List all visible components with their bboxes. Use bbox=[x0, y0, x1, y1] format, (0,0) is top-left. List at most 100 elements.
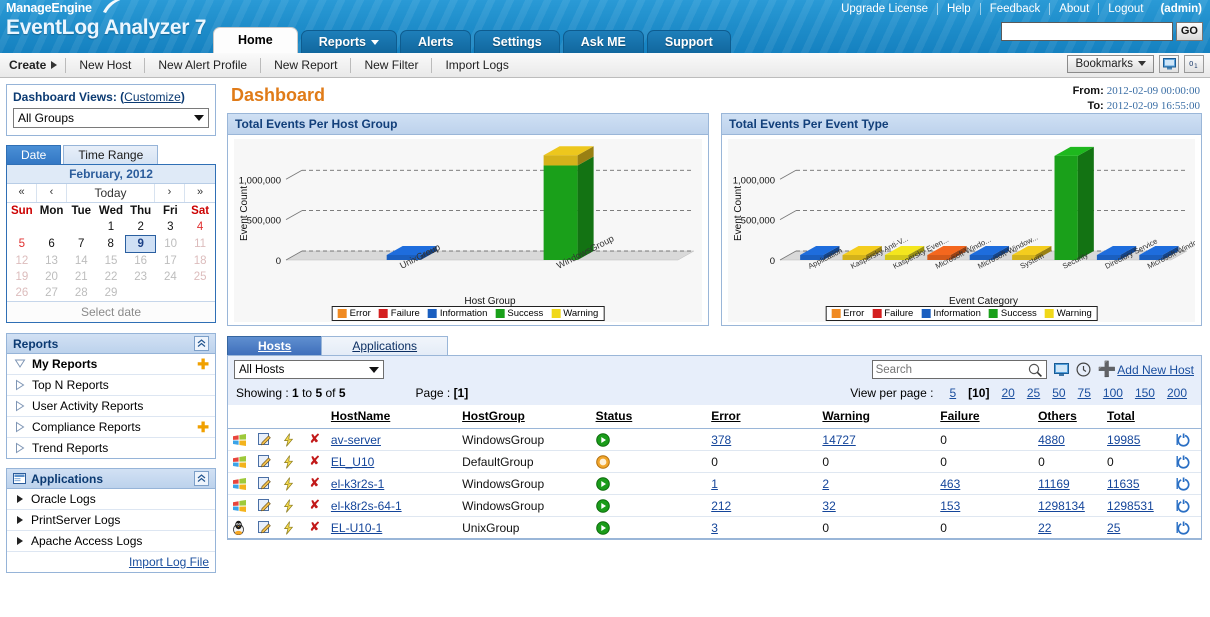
applications-item-apache-access-logs[interactable]: Apache Access Logs bbox=[7, 531, 215, 551]
edit-host-icon[interactable] bbox=[253, 450, 279, 473]
import-log-file-link[interactable]: Import Log File bbox=[129, 555, 209, 569]
create-menu-button[interactable]: Create bbox=[0, 58, 63, 72]
warning-value[interactable]: 2 bbox=[818, 472, 937, 495]
calendar-day-23[interactable]: 23 bbox=[126, 269, 156, 285]
error-value[interactable]: 3 bbox=[707, 516, 819, 539]
calendar-day-12[interactable]: 12 bbox=[7, 253, 37, 270]
others-value[interactable]: 22 bbox=[1034, 516, 1104, 539]
chart-plot-event-type[interactable]: 0 500,000 1,000,000 Event Count Application K… bbox=[728, 139, 1195, 322]
add-new-host-button[interactable]: ➕ Add New Host bbox=[1098, 362, 1194, 377]
collapsed-node-icon[interactable] bbox=[13, 421, 26, 434]
reports-item-my-reports[interactable]: My Reports ✚ bbox=[7, 354, 215, 375]
hostname-link[interactable]: el-k3r2s-1 bbox=[326, 472, 459, 495]
collapse-applications-button[interactable] bbox=[194, 471, 209, 486]
collapsed-node-icon[interactable] bbox=[13, 442, 26, 455]
reports-item-trend-reports[interactable]: Trend Reports bbox=[7, 438, 215, 458]
tab-applications[interactable]: Applications bbox=[321, 336, 449, 355]
search-icon[interactable] bbox=[1028, 363, 1043, 378]
add-report-icon[interactable]: ✚ bbox=[197, 420, 209, 434]
page-size-option-5[interactable]: 5 bbox=[949, 386, 956, 400]
tab-settings[interactable]: Settings bbox=[474, 30, 560, 53]
hosts-filter-select[interactable]: All Hosts bbox=[234, 360, 384, 379]
tab-support[interactable]: Support bbox=[646, 30, 731, 53]
page-size-option-25[interactable]: 25 bbox=[1027, 386, 1040, 400]
customize-link[interactable]: Customize bbox=[124, 90, 181, 104]
calendar-day-10[interactable]: 10 bbox=[156, 236, 186, 253]
calendar-day-14[interactable]: 14 bbox=[66, 253, 96, 270]
calendar-prev-month-button[interactable]: ‹ bbox=[37, 184, 67, 202]
hosts-search-input[interactable] bbox=[872, 361, 1018, 378]
quick-action-icon[interactable] bbox=[278, 428, 303, 451]
calendar-day-8[interactable]: 8 bbox=[96, 236, 126, 253]
failure-value[interactable]: 153 bbox=[936, 494, 1035, 517]
others-value[interactable]: 11169 bbox=[1034, 472, 1104, 495]
add-new-host-link[interactable]: Add New Host bbox=[1117, 363, 1194, 377]
calendar-prev-year-button[interactable]: « bbox=[7, 184, 37, 202]
hostname-link[interactable]: av-server bbox=[326, 428, 459, 451]
collapsed-node-icon[interactable] bbox=[13, 379, 26, 392]
nav-logout[interactable]: Logout bbox=[1099, 3, 1152, 15]
calendar-day-20[interactable]: 20 bbox=[37, 269, 67, 285]
monitor-icon-button[interactable] bbox=[1159, 55, 1179, 73]
calendar-day-24[interactable]: 24 bbox=[156, 269, 186, 285]
tab-hosts[interactable]: Hosts bbox=[227, 336, 323, 355]
page-size-option-100[interactable]: 100 bbox=[1103, 386, 1123, 400]
refresh-host-icon[interactable] bbox=[1171, 428, 1201, 451]
calendar-day-5[interactable]: 5 bbox=[7, 236, 37, 253]
total-value[interactable]: 19985 bbox=[1103, 428, 1172, 451]
tab-reports[interactable]: Reports bbox=[300, 30, 397, 53]
quick-action-icon[interactable] bbox=[278, 450, 303, 473]
nav-help[interactable]: Help bbox=[938, 3, 981, 15]
monitor-icon[interactable] bbox=[1053, 362, 1069, 377]
dashboard-views-select[interactable]: All Groups bbox=[13, 108, 209, 128]
col-total[interactable]: Total bbox=[1103, 405, 1172, 429]
edit-host-icon[interactable] bbox=[253, 428, 279, 451]
calendar-today-button[interactable]: Today bbox=[67, 184, 155, 202]
delete-host-icon[interactable]: ✘ bbox=[302, 472, 327, 495]
total-value[interactable]: 11635 bbox=[1103, 472, 1172, 495]
col-status[interactable]: Status bbox=[591, 405, 708, 429]
edit-host-icon[interactable] bbox=[253, 494, 279, 517]
calendar-day-22[interactable]: 22 bbox=[96, 269, 126, 285]
page-size-current-10[interactable]: [10] bbox=[968, 386, 989, 400]
nav-feedback[interactable]: Feedback bbox=[981, 3, 1051, 15]
error-value[interactable]: 212 bbox=[707, 494, 819, 517]
global-search-go-button[interactable]: GO bbox=[1175, 22, 1203, 41]
failure-value[interactable]: 463 bbox=[936, 472, 1035, 495]
calendar-day-13[interactable]: 13 bbox=[37, 253, 67, 270]
error-value[interactable]: 378 bbox=[707, 428, 819, 451]
col-error[interactable]: Error bbox=[707, 405, 819, 429]
applications-item-printserver-logs[interactable]: PrintServer Logs bbox=[7, 510, 215, 531]
calendar-day-7[interactable]: 7 bbox=[66, 236, 96, 253]
page-size-option-75[interactable]: 75 bbox=[1078, 386, 1091, 400]
error-value[interactable]: 1 bbox=[707, 472, 819, 495]
chart-bar[interactable] bbox=[543, 146, 594, 260]
calendar-day-2[interactable]: 2 bbox=[126, 219, 156, 236]
toolbar-new-alert-profile[interactable]: New Alert Profile bbox=[147, 53, 258, 77]
hostname-link[interactable]: el-k8r2s-64-1 bbox=[326, 494, 459, 517]
calendar-day-28[interactable]: 28 bbox=[66, 285, 96, 301]
calendar-day-29[interactable]: 29 bbox=[96, 285, 126, 301]
chart-plot-host-group[interactable]: 0 500,000 1,000,000 Event Count UnixGroup Win… bbox=[234, 139, 702, 322]
calendar-day-27[interactable]: 27 bbox=[37, 285, 67, 301]
calendar-day-19[interactable]: 19 bbox=[7, 269, 37, 285]
delete-host-icon[interactable]: ✘ bbox=[302, 450, 327, 473]
toolbar-new-host[interactable]: New Host bbox=[68, 53, 142, 77]
counter-icon-button[interactable]: 0 1 bbox=[1184, 55, 1204, 73]
page-size-option-50[interactable]: 50 bbox=[1052, 386, 1065, 400]
calendar-day-18[interactable]: 18 bbox=[185, 253, 215, 270]
toolbar-new-report[interactable]: New Report bbox=[263, 53, 348, 77]
calendar-day-6[interactable]: 6 bbox=[37, 236, 67, 253]
calendar-day-15[interactable]: 15 bbox=[96, 253, 126, 270]
tab-alerts[interactable]: Alerts bbox=[399, 30, 472, 53]
calendar-day-1[interactable]: 1 bbox=[96, 219, 126, 236]
col-others[interactable]: Others bbox=[1034, 405, 1104, 429]
add-report-icon[interactable]: ✚ bbox=[197, 357, 209, 371]
expanded-node-icon[interactable] bbox=[13, 358, 26, 371]
chart-bar[interactable] bbox=[1054, 146, 1094, 260]
calendar-day-25[interactable]: 25 bbox=[185, 269, 215, 285]
quick-action-icon[interactable] bbox=[278, 472, 303, 495]
refresh-host-icon[interactable] bbox=[1171, 450, 1201, 473]
edit-host-icon[interactable] bbox=[253, 472, 279, 495]
hostname-link[interactable]: EL-U10-1 bbox=[326, 516, 459, 539]
